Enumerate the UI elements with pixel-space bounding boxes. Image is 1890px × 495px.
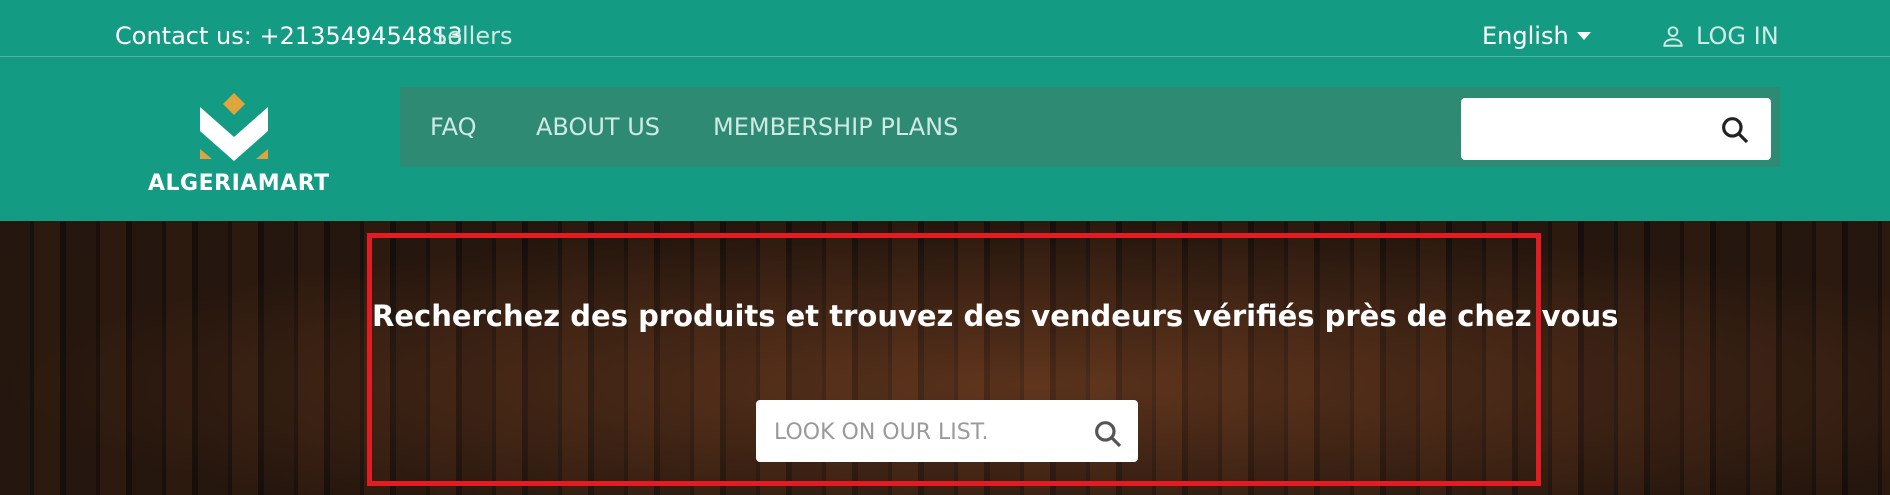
caret-down-icon xyxy=(1576,32,1591,40)
hero-search-input[interactable] xyxy=(772,410,1076,454)
top-bar: Contact us: +213549454813 Sellers Englis… xyxy=(0,0,1890,57)
search-icon[interactable] xyxy=(1092,418,1124,450)
hero-title: Recherchez des produits et trouvez des v… xyxy=(372,299,1619,333)
nav-membership-plans[interactable]: MEMBERSHIP PLANS xyxy=(713,111,958,143)
language-selector[interactable]: English xyxy=(1482,20,1591,52)
hero-banner: Recherchez des produits et trouvez des v… xyxy=(0,221,1890,495)
logo-text: ALGERIAMART xyxy=(148,171,330,196)
language-label: English xyxy=(1482,22,1569,50)
main-header: ALGERIAMART FAQ ABOUT US MEMBERSHIP PLAN… xyxy=(0,57,1890,221)
nav-faq[interactable]: FAQ xyxy=(430,111,477,143)
hero-search-box xyxy=(756,400,1138,462)
user-icon xyxy=(1663,26,1683,47)
login-label: LOG IN xyxy=(1696,22,1779,50)
header-search-box xyxy=(1461,98,1771,160)
header-search-input[interactable] xyxy=(1473,108,1707,152)
nav-about-us[interactable]: ABOUT US xyxy=(536,111,660,143)
login-button[interactable]: LOG IN xyxy=(1660,20,1779,52)
contact-label: Contact us: xyxy=(115,22,252,50)
logo[interactable]: ALGERIAMART xyxy=(148,91,330,201)
hero-highlight-box: Recherchez des produits et trouvez des v… xyxy=(367,233,1619,486)
search-icon[interactable] xyxy=(1719,114,1751,146)
sellers-link[interactable]: Sellers xyxy=(432,20,512,52)
contact-info: Contact us: +213549454813 xyxy=(115,20,463,52)
logo-mark-icon xyxy=(200,93,268,161)
